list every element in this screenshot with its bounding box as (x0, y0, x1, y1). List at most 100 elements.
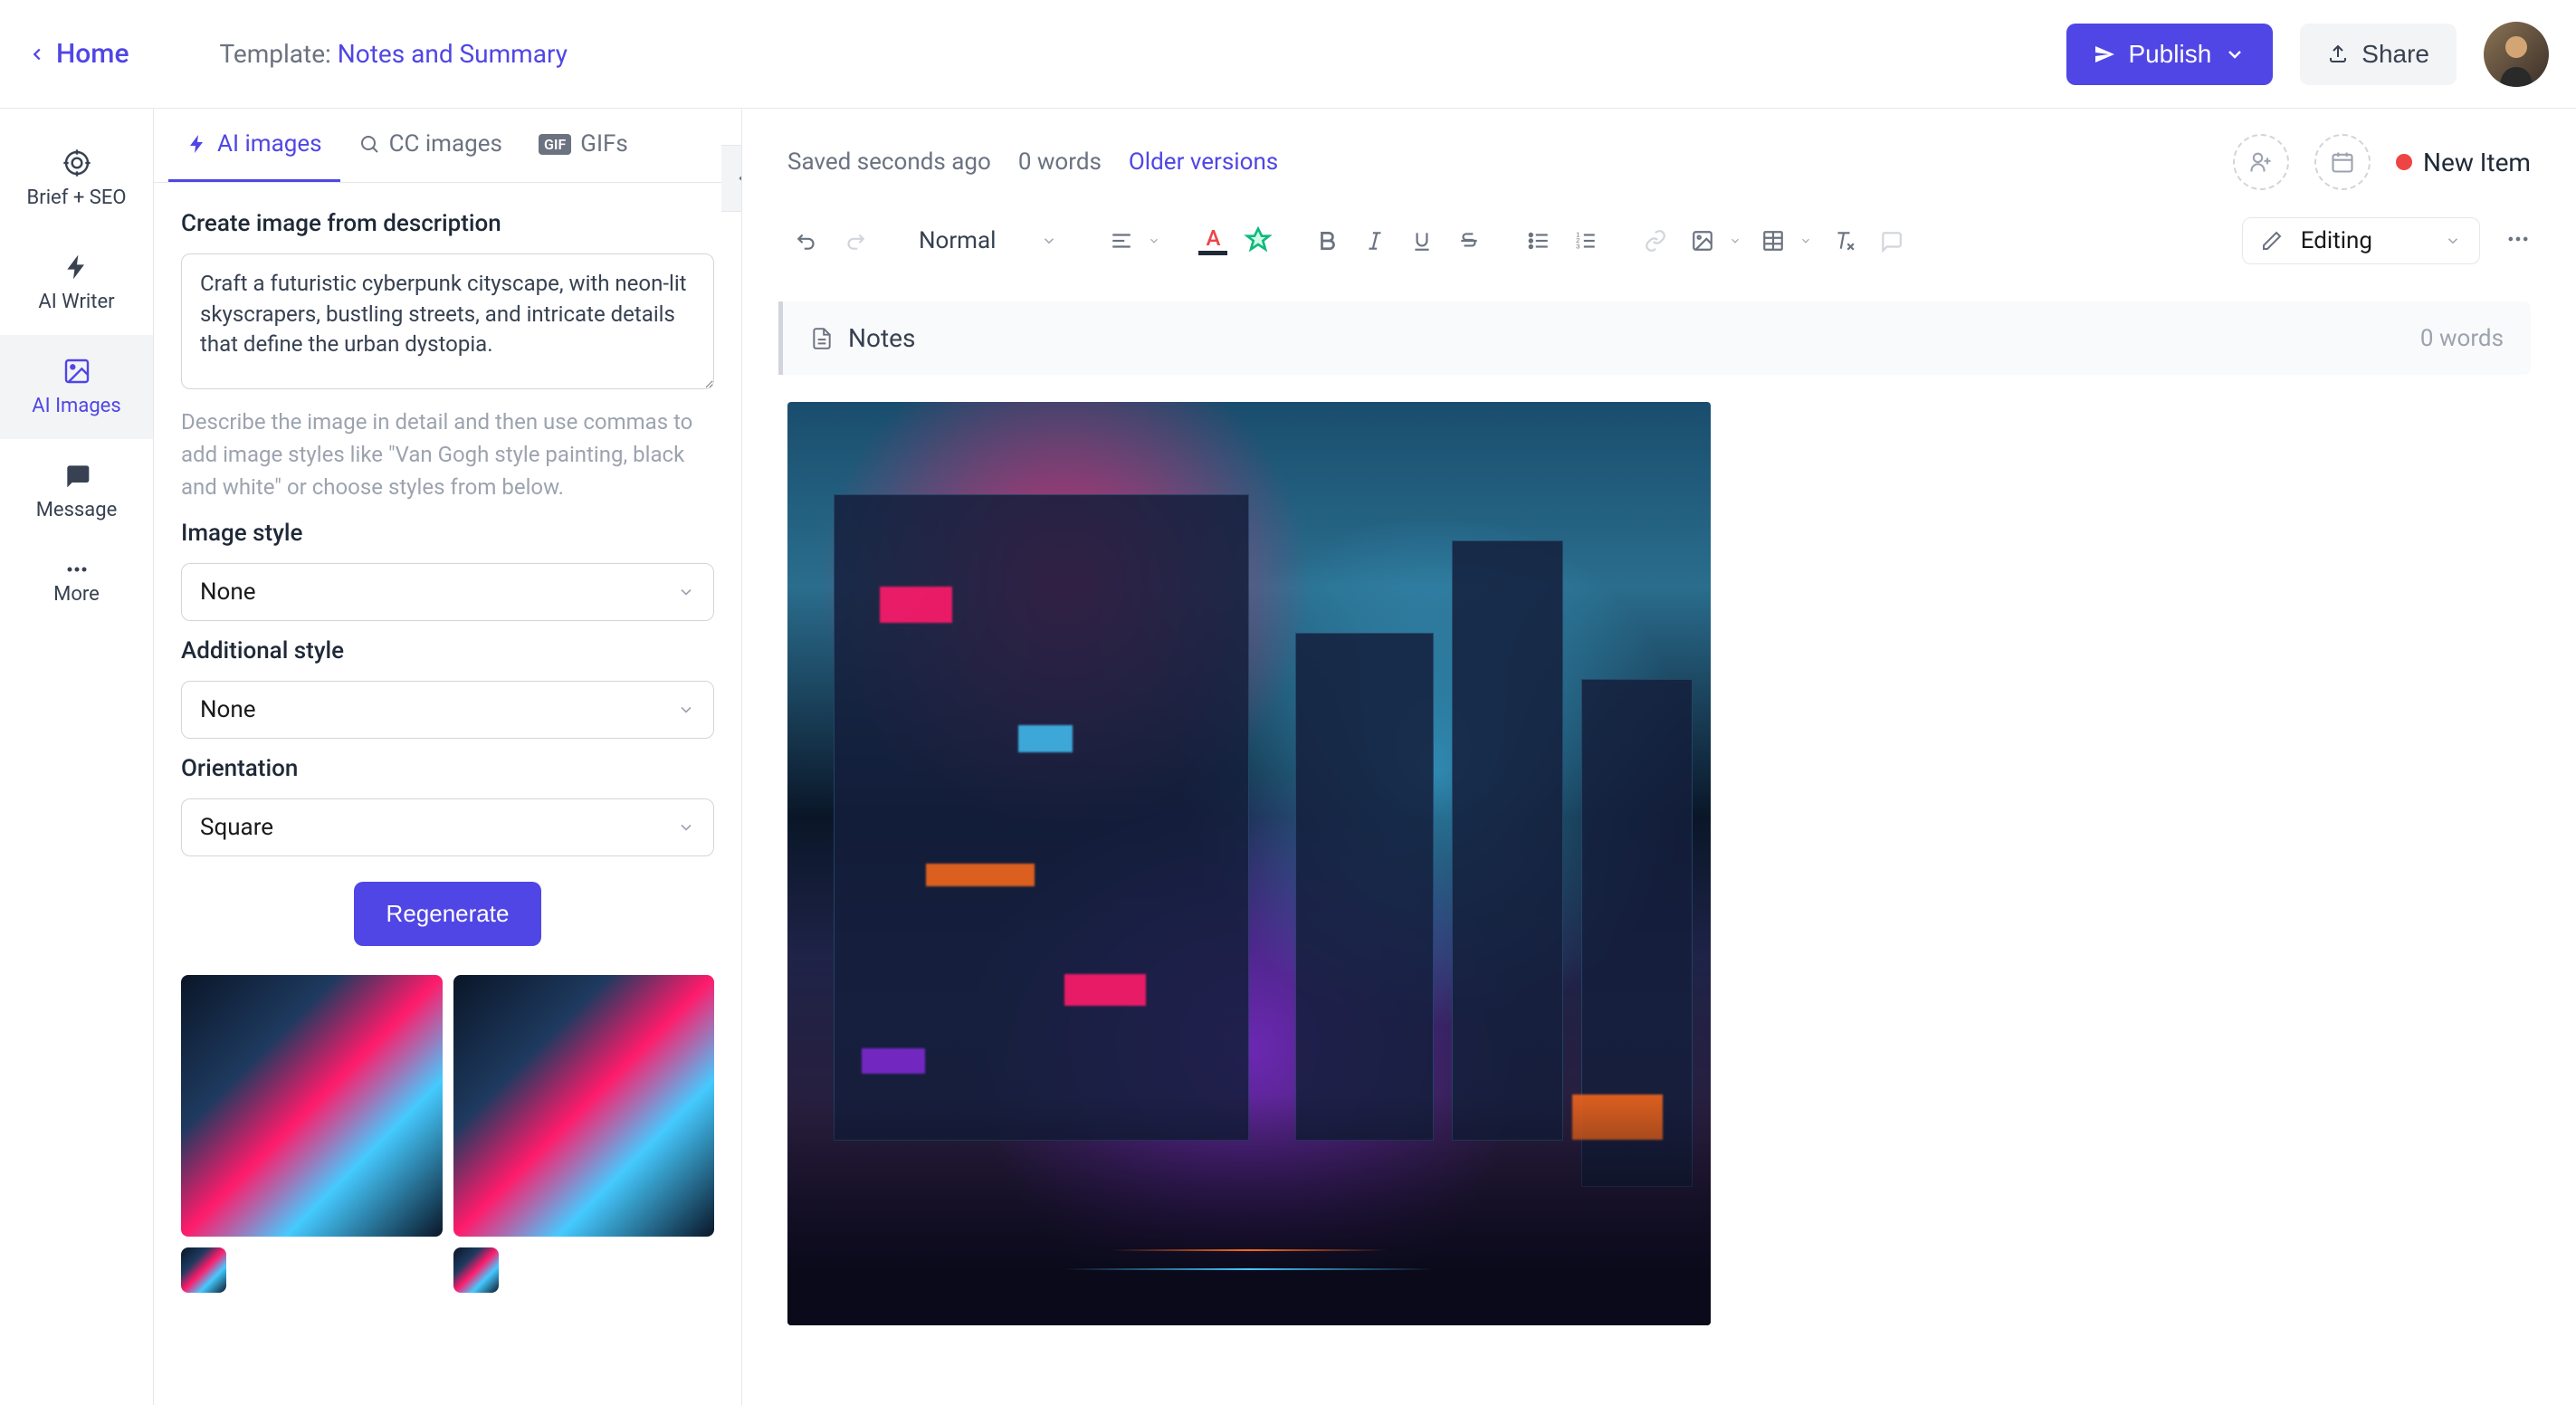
rail-ai-writer[interactable]: AI Writer (0, 231, 153, 335)
table-icon (1761, 229, 1785, 253)
svg-text:3: 3 (1577, 243, 1580, 251)
text-color-a-icon: A (1206, 227, 1220, 249)
avatar[interactable] (2484, 22, 2549, 87)
link-button[interactable] (1636, 221, 1675, 261)
italic-button[interactable] (1355, 221, 1395, 261)
image-style-label: Image style (181, 520, 714, 547)
regenerate-button[interactable]: Regenerate (354, 882, 542, 946)
toolbar-more-button[interactable] (2505, 226, 2531, 255)
align-left-icon (1110, 229, 1133, 253)
pen-icon (2261, 230, 2283, 252)
template-name[interactable]: Notes and Summary (338, 39, 568, 69)
align-dropdown[interactable] (1143, 234, 1165, 247)
rail-brief-seo[interactable]: Brief + SEO (0, 127, 153, 231)
bolt-icon (62, 253, 91, 282)
rail-more[interactable]: More (0, 543, 153, 627)
thumbnail-4[interactable] (453, 1247, 499, 1293)
numbered-list-button[interactable]: 123 (1566, 221, 1606, 261)
clear-format-button[interactable] (1824, 221, 1864, 261)
rail-more-label: More (53, 583, 100, 606)
insert-image-button[interactable] (1683, 221, 1722, 261)
collapse-panel-button[interactable] (721, 145, 742, 212)
thumbnail-2[interactable] (453, 975, 715, 1237)
insert-table-button[interactable] (1753, 221, 1793, 261)
calendar-clock-icon (2330, 149, 2355, 175)
bolt-icon (186, 133, 208, 155)
bullet-list-icon (1527, 229, 1550, 253)
orientation-select[interactable]: Square (181, 798, 714, 856)
home-link[interactable]: Home (27, 38, 129, 70)
dots-icon (66, 565, 88, 574)
thumbnail-1[interactable] (181, 975, 443, 1237)
chevron-left-icon (27, 44, 47, 64)
add-collaborator-button[interactable] (2233, 134, 2289, 190)
chevron-down-icon (2224, 43, 2246, 65)
document-icon (810, 327, 834, 350)
paragraph-style-select[interactable]: Normal (904, 220, 1072, 262)
word-count-top: 0 words (1018, 148, 1102, 176)
table-dropdown[interactable] (1795, 234, 1817, 247)
dots-icon (2505, 226, 2531, 252)
additional-style-value: None (200, 696, 256, 723)
editing-mode-select[interactable]: Editing (2242, 217, 2480, 264)
status-new-item[interactable]: New Item (2396, 148, 2531, 177)
prompt-textarea[interactable] (181, 253, 714, 389)
highlight-icon (1244, 226, 1273, 255)
bullet-list-button[interactable] (1519, 221, 1559, 261)
new-item-label: New Item (2423, 148, 2531, 177)
publish-button[interactable]: Publish (2066, 24, 2273, 85)
additional-style-select[interactable]: None (181, 681, 714, 739)
strikethrough-icon (1457, 229, 1481, 253)
tab-gifs-label: GIFs (580, 130, 628, 158)
share-button[interactable]: Share (2300, 24, 2457, 85)
saved-status: Saved seconds ago (787, 148, 991, 176)
user-plus-icon (2248, 149, 2274, 175)
image-style-select[interactable]: None (181, 563, 714, 621)
image-dropdown[interactable] (1724, 234, 1746, 247)
text-color-button[interactable]: A (1195, 224, 1231, 259)
rail-message-label: Message (36, 499, 118, 521)
rail-message[interactable]: Message (0, 439, 153, 543)
gif-badge-icon: GIF (539, 134, 571, 155)
orientation-label: Orientation (181, 755, 714, 782)
image-style-value: None (200, 578, 256, 606)
tab-ai-images[interactable]: AI images (168, 109, 340, 182)
tab-gifs[interactable]: GIF GIFs (520, 109, 646, 182)
template-prefix: Template: (220, 39, 338, 69)
chevron-down-icon (677, 818, 695, 836)
template-breadcrumb: Template: Notes and Summary (220, 39, 568, 69)
chevron-down-icon (677, 701, 695, 719)
tab-cc-images-label: CC images (389, 130, 502, 158)
comment-icon (1879, 229, 1903, 253)
notes-section-header[interactable]: Notes 0 words (778, 301, 2531, 375)
tab-ai-images-label: AI images (217, 130, 322, 158)
target-icon (62, 148, 91, 177)
comment-button[interactable] (1871, 221, 1911, 261)
redo-button[interactable] (835, 221, 874, 261)
avatar-image (2484, 22, 2549, 87)
generated-image[interactable] (787, 402, 1711, 1325)
additional-style-label: Additional style (181, 637, 714, 664)
undo-icon (796, 229, 819, 253)
notes-title: Notes (848, 323, 915, 353)
chevron-down-icon (1799, 234, 1812, 247)
create-image-label: Create image from description (181, 210, 714, 237)
highlight-button[interactable] (1238, 221, 1278, 261)
send-icon (2094, 43, 2115, 65)
orientation-value: Square (200, 814, 273, 841)
upload-icon (2327, 43, 2349, 65)
bold-button[interactable] (1308, 221, 1348, 261)
text-color-bar (1198, 251, 1227, 255)
thumbnail-3[interactable] (181, 1247, 226, 1293)
publish-label: Publish (2128, 40, 2211, 69)
tab-cc-images[interactable]: CC images (340, 109, 520, 182)
undo-button[interactable] (787, 221, 827, 261)
align-button[interactable] (1102, 221, 1141, 261)
schedule-button[interactable] (2314, 134, 2371, 190)
chevron-down-icon (1041, 233, 1057, 249)
underline-icon (1410, 229, 1434, 253)
strikethrough-button[interactable] (1449, 221, 1489, 261)
underline-button[interactable] (1402, 221, 1442, 261)
rail-ai-images[interactable]: AI Images (0, 335, 153, 439)
older-versions-link[interactable]: Older versions (1129, 148, 1278, 176)
